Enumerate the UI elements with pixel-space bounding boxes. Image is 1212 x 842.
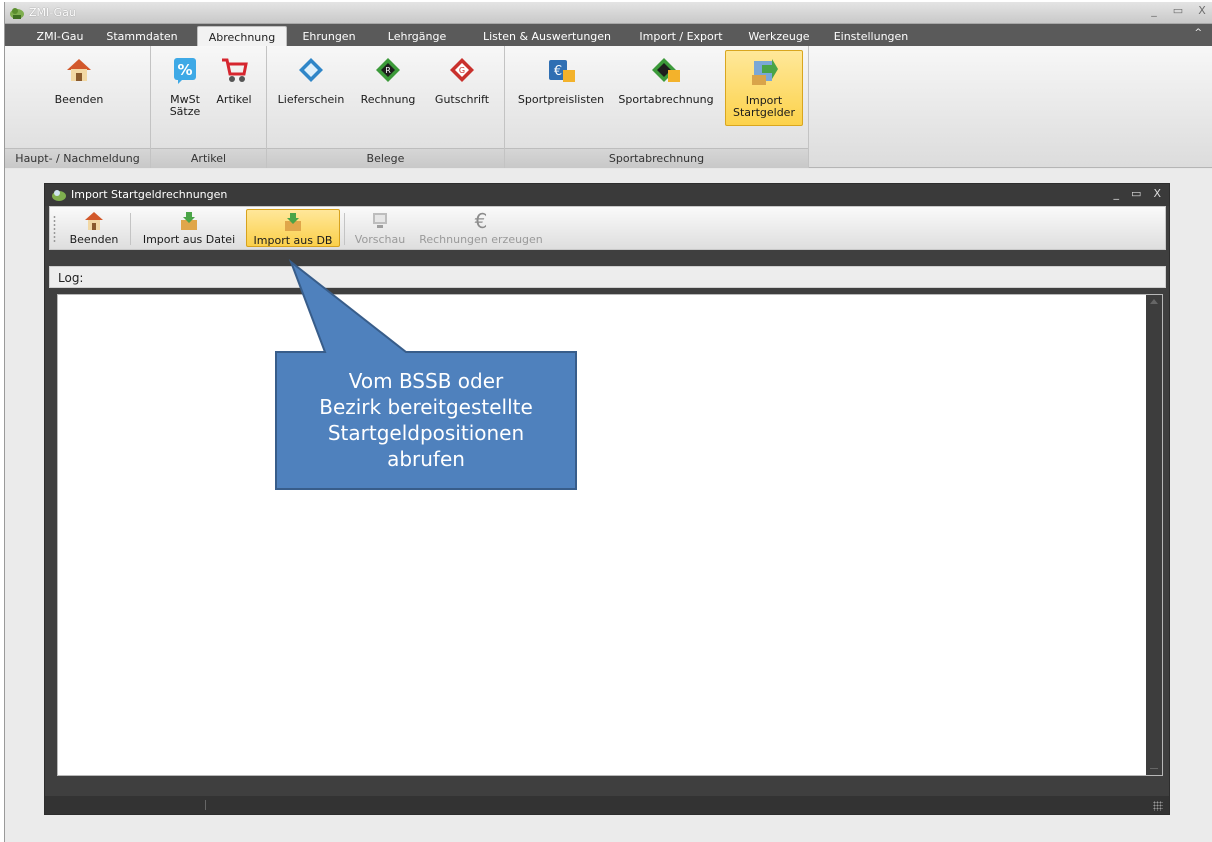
ribbon-import-startgelder-button[interactable]: Import Startgelder [725, 50, 803, 126]
tab-stammdaten[interactable]: Stammdaten [97, 27, 187, 46]
svg-text:%: % [177, 61, 192, 79]
ribbon-rechnung-button[interactable]: R Rechnung [353, 50, 423, 126]
import-box-icon [181, 212, 197, 230]
ribbon-rechnung-label: Rechnung [360, 93, 416, 106]
ribbon-group-haupt-nachmeldung: Beenden Haupt- / Nachmeldung [5, 46, 151, 168]
tab-einstellungen[interactable]: Einstellungen [821, 27, 921, 46]
toolbar-separator [344, 213, 345, 245]
toolbar-grip[interactable] [53, 215, 56, 243]
ribbon-beenden-button[interactable]: Beenden [43, 50, 115, 126]
svg-text:G: G [459, 66, 465, 75]
close-button[interactable]: X [1196, 4, 1208, 17]
ribbon-collapse-button[interactable]: ^ [1194, 28, 1202, 38]
callout-line: abrufen [387, 447, 465, 471]
log-header: Log: [49, 266, 1166, 288]
delivery-note-icon [299, 58, 323, 82]
log-textarea[interactable] [57, 294, 1163, 776]
ribbon-group-sportabrechnung: € Sportpreislisten Sportabrechnung Impor… [505, 46, 809, 168]
app-title: ZMI-Gau [29, 6, 76, 19]
resize-grip-icon[interactable] [1153, 801, 1163, 811]
ribbon-gutschrift-label: Gutschrift [434, 93, 490, 106]
group-caption-belege: Belege [267, 148, 504, 168]
import-startgeldrechnungen-window: Import Startgeldrechnungen _ ▭ X Beenden… [44, 183, 1170, 815]
callout-line: Bezirk bereitgestellte [319, 395, 533, 419]
import-aus-db-label: Import aus DB [253, 234, 333, 247]
ribbon-lieferschein-button[interactable]: Lieferschein [273, 50, 349, 126]
import-box-icon [285, 213, 301, 231]
ribbon-group-belege: Lieferschein R Rechnung G Gutschrift Bel… [267, 46, 505, 168]
toolbar-beenden-label: Beenden [69, 233, 119, 246]
callout-line: Vom BSSB oder [348, 369, 504, 393]
house-icon [67, 59, 91, 81]
child-toolbar: Beenden Import aus Datei Import aus DB V… [49, 206, 1166, 250]
rechnungen-erzeugen-label: Rechnungen erzeugen [419, 233, 543, 246]
title-bar: ZMI-Gau _ ▭ X [5, 2, 1212, 24]
ribbon-import-startgelder-label: Import Startgelder [733, 94, 795, 119]
ribbon-sportpreislisten-button[interactable]: € Sportpreislisten [513, 50, 609, 126]
ribbon-sportpreislisten-label: Sportpreislisten [517, 93, 605, 106]
child-title-bar: Import Startgeldrechnungen _ ▭ X [45, 184, 1169, 206]
child-close-button[interactable]: X [1153, 187, 1161, 200]
cart-icon [222, 58, 248, 82]
ribbon-gutschrift-button[interactable]: G Gutschrift [425, 50, 499, 126]
log-scrollbar[interactable] [1146, 295, 1162, 775]
callout-text: Vom BSSB oder Bezirk bereitgestellte Sta… [278, 368, 574, 472]
sport-invoice-icon [652, 58, 680, 82]
app-logo-icon [10, 8, 24, 19]
svg-text:€: € [554, 64, 562, 79]
ribbon-tab-bar: ZMI-Gau Stammdaten Abrechnung Ehrungen L… [5, 24, 1212, 47]
ribbon-artikel-label: Artikel [216, 93, 252, 106]
import-aus-db-button[interactable]: Import aus DB [246, 209, 340, 247]
child-minimize-button[interactable]: _ [1114, 187, 1120, 200]
tab-listen-auswertungen[interactable]: Listen & Auswertungen [469, 27, 625, 46]
ribbon-group-artikel: % MwSt Sätze Artikel Artikel [151, 46, 267, 168]
scroll-down-arrow-icon[interactable] [1150, 768, 1158, 769]
vorschau-label: Vorschau [354, 233, 406, 246]
child-window-title: Import Startgeldrechnungen [71, 188, 228, 201]
toolbar-beenden-button[interactable]: Beenden [64, 209, 124, 247]
import-fees-icon [752, 59, 778, 85]
ribbon-lieferschein-label: Lieferschein [277, 93, 345, 106]
tab-abrechnung[interactable]: Abrechnung [197, 26, 287, 47]
ribbon-beenden-label: Beenden [54, 93, 104, 106]
group-caption-artikel: Artikel [151, 148, 266, 168]
window-logo-icon [52, 190, 66, 201]
invoice-icon: R [376, 58, 400, 82]
ribbon-mwst-saetze-button[interactable]: % MwSt Sätze [159, 50, 211, 126]
group-caption-sportabrechnung: Sportabrechnung [505, 148, 808, 168]
tab-lehrgaenge[interactable]: Lehrgänge [369, 27, 465, 46]
status-bar [45, 796, 1169, 814]
maximize-button[interactable]: ▭ [1172, 4, 1184, 17]
tab-ehrungen[interactable]: Ehrungen [293, 27, 365, 46]
percent-icon: % [174, 58, 196, 84]
tab-zmi-gau[interactable]: ZMI-Gau [27, 27, 93, 46]
toolbar-separator [130, 213, 131, 245]
monitor-icon [373, 213, 387, 228]
ribbon-sportabrechnung-label: Sportabrechnung [618, 93, 714, 106]
euro-icon: € [475, 211, 488, 231]
rechnungen-erzeugen-button[interactable]: € Rechnungen erzeugen [416, 209, 546, 247]
group-caption-haupt-nachmeldung: Haupt- / Nachmeldung [5, 148, 150, 168]
status-divider [205, 800, 206, 810]
euro-list-icon: € [549, 60, 575, 82]
callout-line: Startgeldpositionen [327, 421, 525, 445]
house-icon [85, 212, 103, 230]
minimize-button[interactable]: _ [1148, 4, 1160, 17]
svg-text:R: R [385, 66, 391, 75]
ribbon-mwst-saetze-label: MwSt Sätze [169, 93, 201, 118]
child-maximize-button[interactable]: ▭ [1131, 187, 1141, 200]
ribbon-artikel-button[interactable]: Artikel [211, 50, 257, 126]
credit-note-icon: G [450, 58, 474, 82]
import-aus-datei-label: Import aus Datei [142, 233, 236, 246]
scroll-up-arrow-icon[interactable] [1150, 299, 1158, 304]
ribbon: Beenden Haupt- / Nachmeldung % MwSt Sätz… [5, 46, 1212, 168]
ribbon-sportabrechnung-button[interactable]: Sportabrechnung [611, 50, 721, 126]
tab-import-export[interactable]: Import / Export [629, 27, 733, 46]
log-label: Log: [58, 271, 84, 285]
import-aus-datei-button[interactable]: Import aus Datei [138, 209, 240, 247]
tab-werkzeuge[interactable]: Werkzeuge [737, 27, 821, 46]
vorschau-button[interactable]: Vorschau [350, 209, 410, 247]
svg-text:€: € [475, 211, 488, 231]
